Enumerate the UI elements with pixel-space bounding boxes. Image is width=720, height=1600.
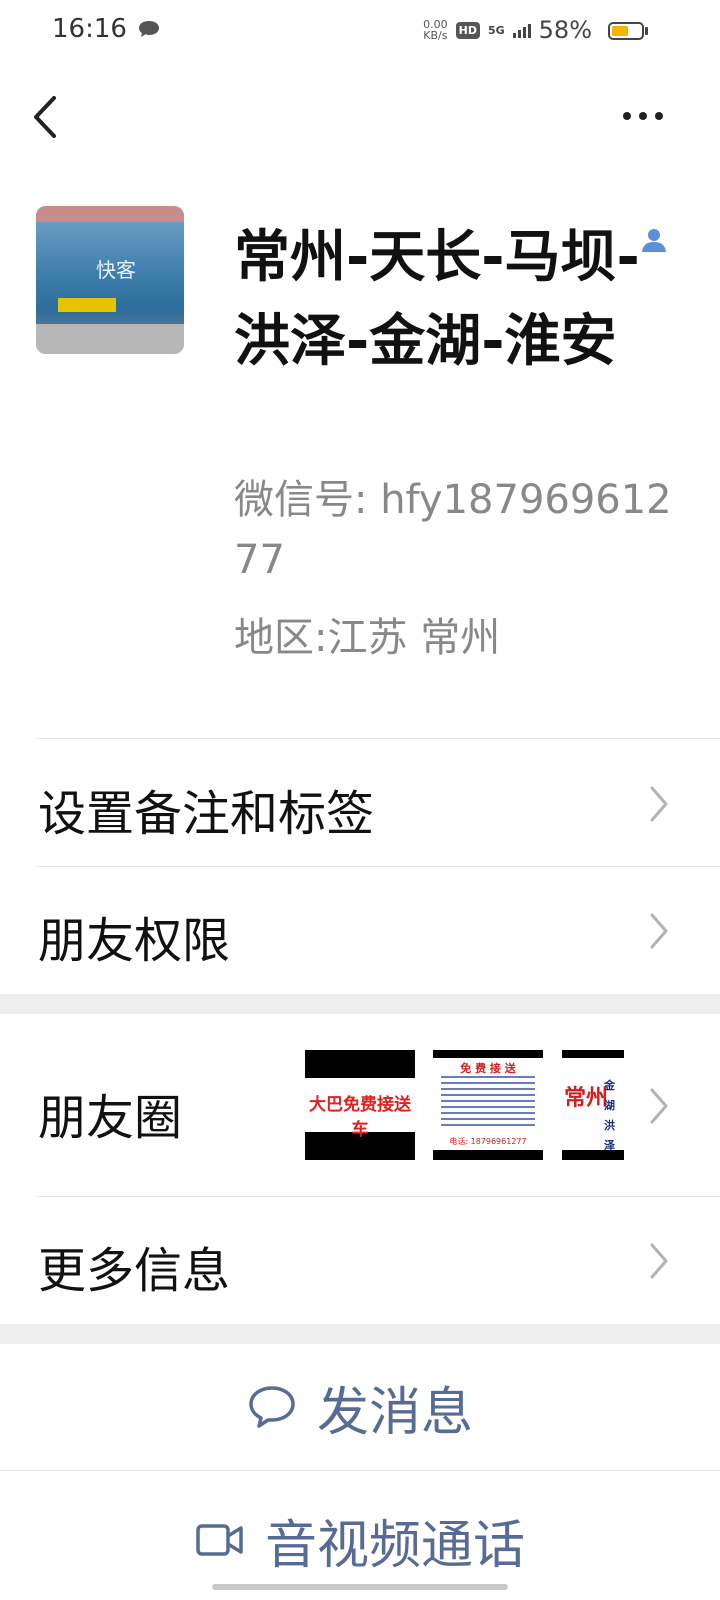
more-options-button[interactable]: [618, 104, 668, 128]
profile-name: 常州-天长-马坝-洪泽-金湖-淮安: [234, 225, 640, 374]
avatar-brand-text: 快客: [96, 258, 136, 282]
region: 地区:江苏 常州: [234, 615, 501, 661]
network-speed-unit: KB/s: [423, 29, 448, 42]
person-icon: [642, 229, 666, 252]
more-info-label: 更多信息: [38, 1243, 231, 1299]
chevron-right-icon: [650, 1243, 668, 1279]
moments-label: 朋友圈: [38, 1090, 183, 1146]
moments-thumbnail[interactable]: 免 费 接 送 电话: 18796961277: [433, 1050, 543, 1160]
thumb-big-text: 常州: [564, 1086, 609, 1111]
more-dot: [639, 112, 647, 120]
section-gap: [0, 994, 720, 1014]
video-call-button[interactable]: 音视频通话: [0, 1490, 720, 1590]
thumb-phone: 电话: 18796961277: [449, 1137, 527, 1146]
send-message-button[interactable]: 发消息: [0, 1344, 720, 1470]
home-indicator: [212, 1584, 508, 1590]
video-camera-icon: [196, 1524, 243, 1556]
chat-notification-icon: [139, 21, 159, 37]
more-dot: [655, 112, 663, 120]
thumb-text-lines: [441, 1076, 535, 1130]
signal-type: 5G: [487, 23, 505, 37]
send-message-label: 发消息: [316, 1382, 473, 1443]
battery-percent: 58%: [538, 16, 592, 44]
avatar-ground: [36, 324, 184, 354]
thumb-header: 免 费 接 送: [460, 1062, 516, 1075]
status-indicators: 0.00 KB/s HD 5G 58%: [423, 16, 592, 44]
chevron-right-icon: [650, 1088, 668, 1124]
moments-thumbnail[interactable]: 常州 金湖 洪泽 天长: [562, 1050, 624, 1160]
back-chevron-icon[interactable]: [30, 94, 70, 140]
chevron-right-icon: [650, 913, 668, 949]
avatar[interactable]: 快客: [36, 206, 184, 354]
set-remark-label: 设置备注和标签: [38, 786, 375, 842]
more-dot: [623, 112, 631, 120]
chevron-right-icon: [650, 786, 668, 822]
status-bar: 16:16 0.00 KB/s HD 5G 58%: [0, 0, 720, 64]
status-time: 16:16: [52, 14, 127, 44]
thumb-small-text: 金湖 洪泽 天长: [604, 1079, 615, 1160]
top-nav: [0, 80, 720, 152]
chat-bubble-icon: [249, 1386, 295, 1428]
friend-permissions-label: 朋友权限: [38, 913, 231, 969]
moments-thumbnail[interactable]: 大巴免费接送车: [305, 1050, 415, 1160]
friend-permissions-row[interactable]: 朋友权限: [0, 867, 720, 994]
video-call-label: 音视频通话: [264, 1515, 525, 1576]
divider: [36, 738, 720, 739]
wechat-id: 微信号: hfy18796961277: [234, 477, 672, 583]
more-info-row[interactable]: 更多信息: [0, 1197, 720, 1324]
battery-icon: [608, 22, 644, 40]
set-remark-row[interactable]: 设置备注和标签: [0, 740, 720, 866]
thumb-text: 大巴免费接送车: [309, 1095, 411, 1140]
hd-badge: HD: [455, 21, 480, 39]
avatar-stripe: [36, 206, 184, 222]
avatar-plate: [58, 298, 116, 312]
signal-bars-icon: [512, 22, 531, 38]
section-gap: [0, 1324, 720, 1344]
network-speed: 0.00 KB/s: [423, 19, 448, 41]
divider: [0, 1470, 720, 1471]
battery-level: [612, 26, 629, 36]
battery-nub: [645, 27, 648, 35]
